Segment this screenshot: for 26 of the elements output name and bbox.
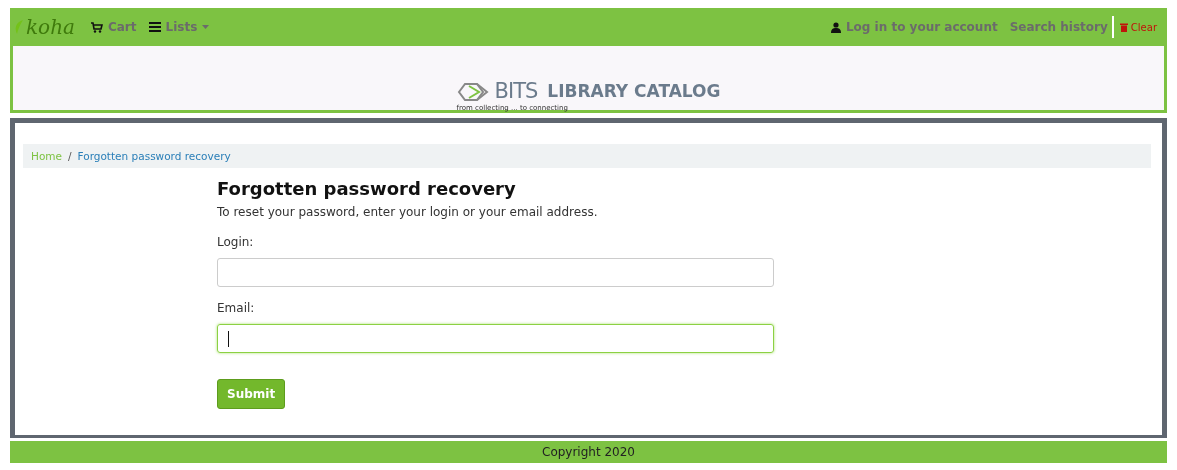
copyright-text: Copyright 2020 [542, 445, 635, 459]
submit-button[interactable]: Submit [217, 379, 286, 409]
trash-icon [1119, 22, 1128, 32]
input-field[interactable] [217, 324, 774, 353]
logo-text[interactable]: koha [14, 15, 75, 39]
field-label: Login: [217, 235, 255, 249]
field-label: Email: [217, 301, 256, 315]
cart-icon [90, 21, 103, 33]
user-icon [830, 21, 841, 33]
lists-menu[interactable]: Lists [148, 20, 210, 34]
breadcrumb-link[interactable]: Forgotten password recovery [77, 150, 231, 162]
input-field[interactable] [217, 258, 774, 287]
brand-text: BITS [494, 81, 538, 102]
search-history-link[interactable]: Search history [1009, 20, 1108, 34]
page-heading: Forgotten password recovery [217, 178, 517, 199]
list-icon [148, 22, 161, 32]
leaf-icon [14, 19, 24, 35]
text-cursor [228, 330, 229, 347]
breadcrumb-separator: / [68, 150, 72, 162]
clear-link[interactable]: Clear [1119, 21, 1157, 33]
breadcrumb-link[interactable]: Home [31, 150, 62, 162]
cart-link[interactable]: Cart [90, 20, 137, 34]
instructions-text: To reset your password, enter your login or your email address. [217, 205, 599, 219]
caret-icon [202, 25, 210, 29]
login-link[interactable]: Log in to your account [830, 20, 998, 34]
catalog-title: LIBRARY CATALOG [547, 81, 721, 103]
